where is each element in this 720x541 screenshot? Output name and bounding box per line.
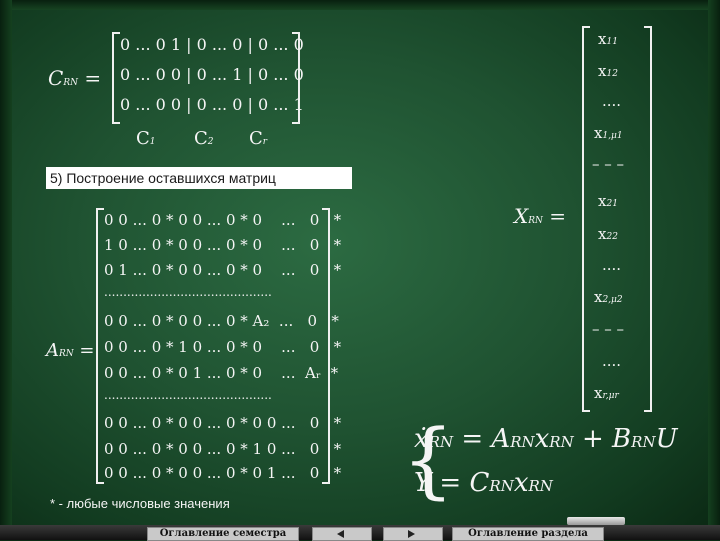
section-title: 5) Построение оставшихся матриц [50, 170, 276, 186]
state-equation: ẋRN = ARNxRN + BRNU [414, 424, 678, 454]
board-frame-right [708, 0, 720, 525]
xrn-entry: – – – [592, 155, 625, 173]
arrow-right-icon [408, 530, 415, 538]
arn-row: 0 0 ... 0 * 0 0 ... 0 * 0 ... 0 * [104, 211, 342, 229]
arn-row: 0 0 ... 0 * 0 0 ... 0 * 1 0 ... 0 * [104, 440, 342, 458]
xrn-left-bracket [582, 26, 590, 412]
semester-contents-button[interactable]: Оглавление семестра [147, 527, 299, 541]
board-frame-left [0, 0, 12, 525]
crn-row: 0 ... 0 1 | 0 ... 0 | 0 ... 0 [120, 35, 304, 54]
xrn-entry: – – – [592, 320, 625, 338]
xrn-entry: x1,μ1 [594, 124, 623, 142]
xrn-entry: .... [602, 352, 622, 370]
crn-label: CRN = [48, 66, 102, 90]
arrow-left-icon [337, 530, 344, 538]
xrn-entry: x2,μ2 [594, 288, 623, 306]
arn-label: ARN = [46, 340, 95, 361]
arn-left-bracket [96, 208, 104, 484]
crn-column-label: Cr [249, 128, 268, 149]
arn-row: 0 0 ... 0 * 0 0 ... 0 * A₂ ... 0 * [104, 312, 339, 330]
board-frame-top [0, 0, 720, 10]
arn-row: 1 0 ... 0 * 0 0 ... 0 * 0 ... 0 * [104, 236, 342, 254]
chalk-piece [567, 517, 625, 525]
crn-column-label: C1 [136, 128, 156, 149]
section-contents-button[interactable]: Оглавление раздела [452, 527, 604, 541]
xrn-entry: .... [602, 256, 622, 274]
xrn-entry: x21 [598, 192, 618, 210]
footnote: * - любые числовые значения [50, 496, 230, 511]
arn-row: 0 0 ... 0 * 1 0 ... 0 * 0 ... 0 * [104, 338, 342, 356]
crn-column-label: C2 [194, 128, 214, 149]
arn-row: 0 0 ... 0 * 0 0 ... 0 * 0 0 ... 0 * [104, 414, 342, 432]
arn-row: ........................................… [104, 285, 272, 299]
xrn-label: XRN = [514, 204, 567, 228]
previous-slide-button[interactable] [312, 527, 372, 541]
output-equation: Y = CRNxRN [414, 468, 553, 498]
xrn-entry: x22 [598, 225, 618, 243]
xrn-entry: xr,μr [594, 384, 619, 402]
arn-row: 0 0 ... 0 * 0 1 ... 0 * 0 ... Aᵣ * [104, 364, 339, 382]
crn-row: 0 ... 0 0 | 0 ... 1 | 0 ... 0 [120, 65, 304, 84]
arn-row: 0 1 ... 0 * 0 0 ... 0 * 0 ... 0 * [104, 261, 342, 279]
arn-row: 0 0 ... 0 * 0 0 ... 0 * 0 1 ... 0 * [104, 464, 342, 482]
next-slide-button[interactable] [383, 527, 443, 541]
arn-row: ........................................… [104, 388, 272, 402]
crn-left-bracket [112, 32, 120, 124]
xrn-entry: .... [602, 92, 622, 110]
xrn-entry: x12 [598, 62, 618, 80]
crn-row: 0 ... 0 0 | 0 ... 0 | 0 ... 1 [120, 95, 304, 114]
xrn-right-bracket [644, 26, 652, 412]
xrn-entry: x11 [598, 30, 618, 48]
